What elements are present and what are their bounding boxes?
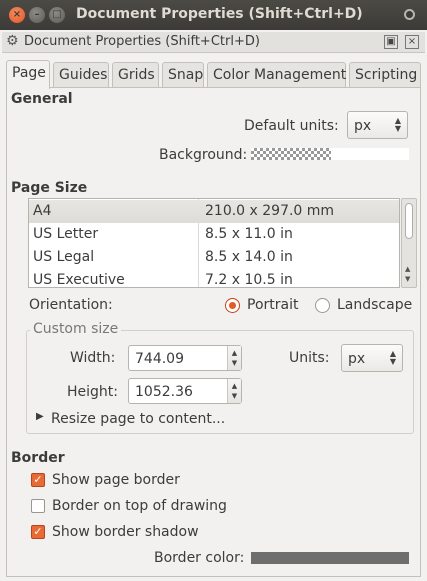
border-on-top-label[interactable]: Border on top of drawing (52, 498, 227, 514)
page-dims-cell: 8.5 x 11.0 in (205, 226, 293, 242)
dock-close-button[interactable]: × (405, 35, 419, 49)
show-page-border-checkbox[interactable]: ✓ (31, 473, 45, 487)
width-stepper-icon[interactable]: ▲ ▼ (227, 346, 241, 370)
tab-bar: Page Guides Grids Snap Color Management … (6, 60, 421, 89)
show-page-border-label[interactable]: Show page border (52, 472, 180, 488)
table-row[interactable]: A4 210.0 x 297.0 mm (29, 200, 399, 223)
default-units-label: Default units: (244, 118, 339, 134)
portrait-label[interactable]: Portrait (247, 297, 298, 313)
border-on-top-checkbox[interactable] (31, 499, 45, 513)
width-value: 744.09 (135, 351, 184, 367)
height-value: 1052.36 (135, 384, 193, 400)
width-spinbox[interactable]: 744.09 ▲ ▼ (128, 345, 242, 371)
page-name-cell: US Executive (33, 272, 125, 288)
dock-header: ⚙ Document Properties (Shift+Ctrl+D) ▣ × (2, 32, 425, 53)
orientation-label: Orientation: (29, 297, 113, 313)
table-row[interactable]: US Letter 8.5 x 11.0 in (29, 223, 399, 246)
general-heading: General (11, 91, 73, 107)
show-border-shadow-checkbox[interactable]: ✓ (31, 525, 45, 539)
window-minimize-button[interactable]: – (29, 7, 45, 23)
background-label: Background: (159, 147, 248, 163)
tab-scripting[interactable]: Scripting (349, 62, 421, 88)
height-spinbox[interactable]: 1052.36 ▲ ▼ (128, 378, 242, 404)
page-name-cell: A4 (33, 203, 52, 219)
table-row[interactable]: US Executive 7.2 x 10.5 in (29, 269, 399, 288)
table-row[interactable]: US Legal 8.5 x 14.0 in (29, 246, 399, 269)
background-color-button[interactable] (251, 148, 409, 160)
expander-arrow-icon[interactable]: ▶ (36, 411, 44, 422)
background-white-swatch (331, 148, 409, 160)
units-value: px (348, 351, 366, 367)
show-border-shadow-label[interactable]: Show border shadow (52, 524, 199, 540)
page-size-heading: Page Size (11, 180, 88, 196)
border-color-button[interactable] (251, 552, 409, 564)
default-units-select[interactable]: px ▲ ▼ (347, 111, 408, 139)
height-stepper-icon[interactable]: ▲ ▼ (227, 379, 241, 403)
units-label: Units: (289, 350, 330, 366)
tab-guides[interactable]: Guides (53, 62, 109, 88)
dock-float-button[interactable]: ▣ (384, 35, 398, 49)
window-menu-icon[interactable] (404, 9, 415, 20)
background-checker-swatch (251, 148, 331, 160)
page-dims-cell: 210.0 x 297.0 mm (205, 203, 335, 219)
page-dims-cell: 8.5 x 14.0 in (205, 249, 293, 265)
scroll-down-icon[interactable]: ▼ (405, 275, 410, 283)
window-maximize-button[interactable]: □ (49, 7, 65, 23)
height-label: Height: (67, 384, 118, 400)
landscape-label[interactable]: Landscape (337, 297, 412, 313)
page-name-cell: US Legal (33, 249, 95, 265)
landscape-radio[interactable] (315, 298, 330, 313)
custom-size-legend: Custom size (30, 321, 122, 337)
resize-to-content-expander[interactable]: Resize page to content... (51, 411, 225, 427)
window-titlebar: × – □ Document Properties (Shift+Ctrl+D) (0, 0, 427, 30)
portrait-radio[interactable] (225, 298, 240, 313)
scroll-up-icon[interactable]: ▲ (405, 265, 410, 273)
tab-page[interactable]: Page (6, 60, 50, 89)
units-select[interactable]: px ▲ ▼ (341, 344, 403, 372)
dock-title: Document Properties (Shift+Ctrl+D) (24, 34, 260, 49)
page-dims-cell: 7.2 x 10.5 in (205, 272, 293, 288)
scrollbar-thumb[interactable] (405, 203, 413, 239)
tab-color-management[interactable]: Color Management (207, 62, 346, 88)
updown-icon: ▲ ▼ (389, 349, 396, 366)
window-title: Document Properties (Shift+Ctrl+D) (76, 6, 363, 22)
updown-icon: ▲ ▼ (394, 116, 401, 133)
tab-snap[interactable]: Snap (162, 62, 204, 88)
window-close-button[interactable]: × (9, 7, 25, 23)
gear-icon: ⚙ (6, 33, 19, 49)
tab-grids[interactable]: Grids (112, 62, 159, 88)
page-name-cell: US Letter (33, 226, 99, 242)
default-units-value: px (354, 118, 372, 134)
border-color-label: Border color: (154, 550, 245, 566)
page-list-scrollbar[interactable]: ▲ ▼ (401, 198, 417, 288)
page-size-list[interactable]: A4 210.0 x 297.0 mm US Letter 8.5 x 11.0… (28, 198, 400, 288)
width-label: Width: (70, 350, 116, 366)
border-heading: Border (11, 450, 65, 466)
